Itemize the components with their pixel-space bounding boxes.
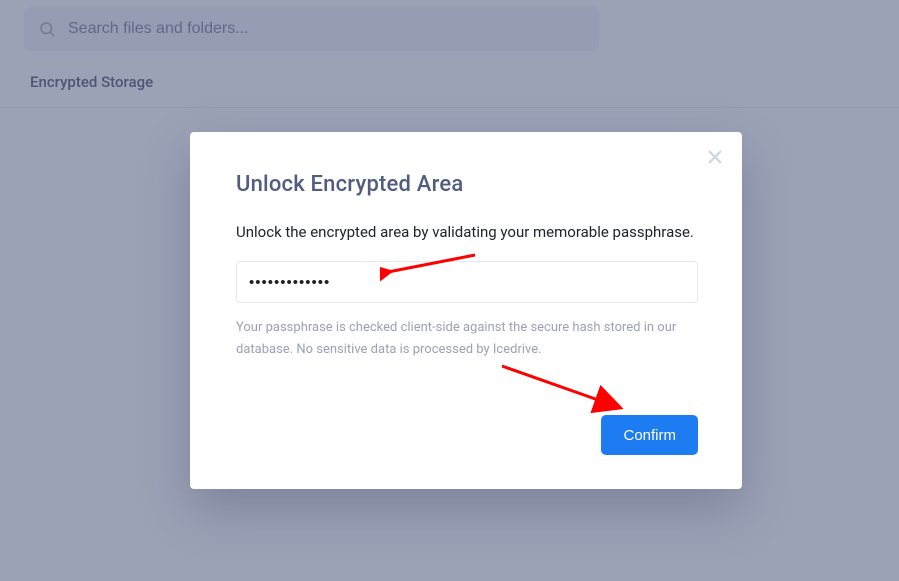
passphrase-help-text: Your passphrase is checked client-side a… [236, 317, 698, 361]
passphrase-input[interactable] [236, 261, 698, 303]
modal-subtitle: Unlock the encrypted area by validating … [236, 223, 698, 241]
confirm-button[interactable]: Confirm [601, 415, 698, 455]
unlock-modal: Unlock Encrypted Area Unlock the encrypt… [190, 132, 742, 489]
close-icon[interactable] [704, 146, 726, 168]
modal-title: Unlock Encrypted Area [236, 172, 698, 197]
